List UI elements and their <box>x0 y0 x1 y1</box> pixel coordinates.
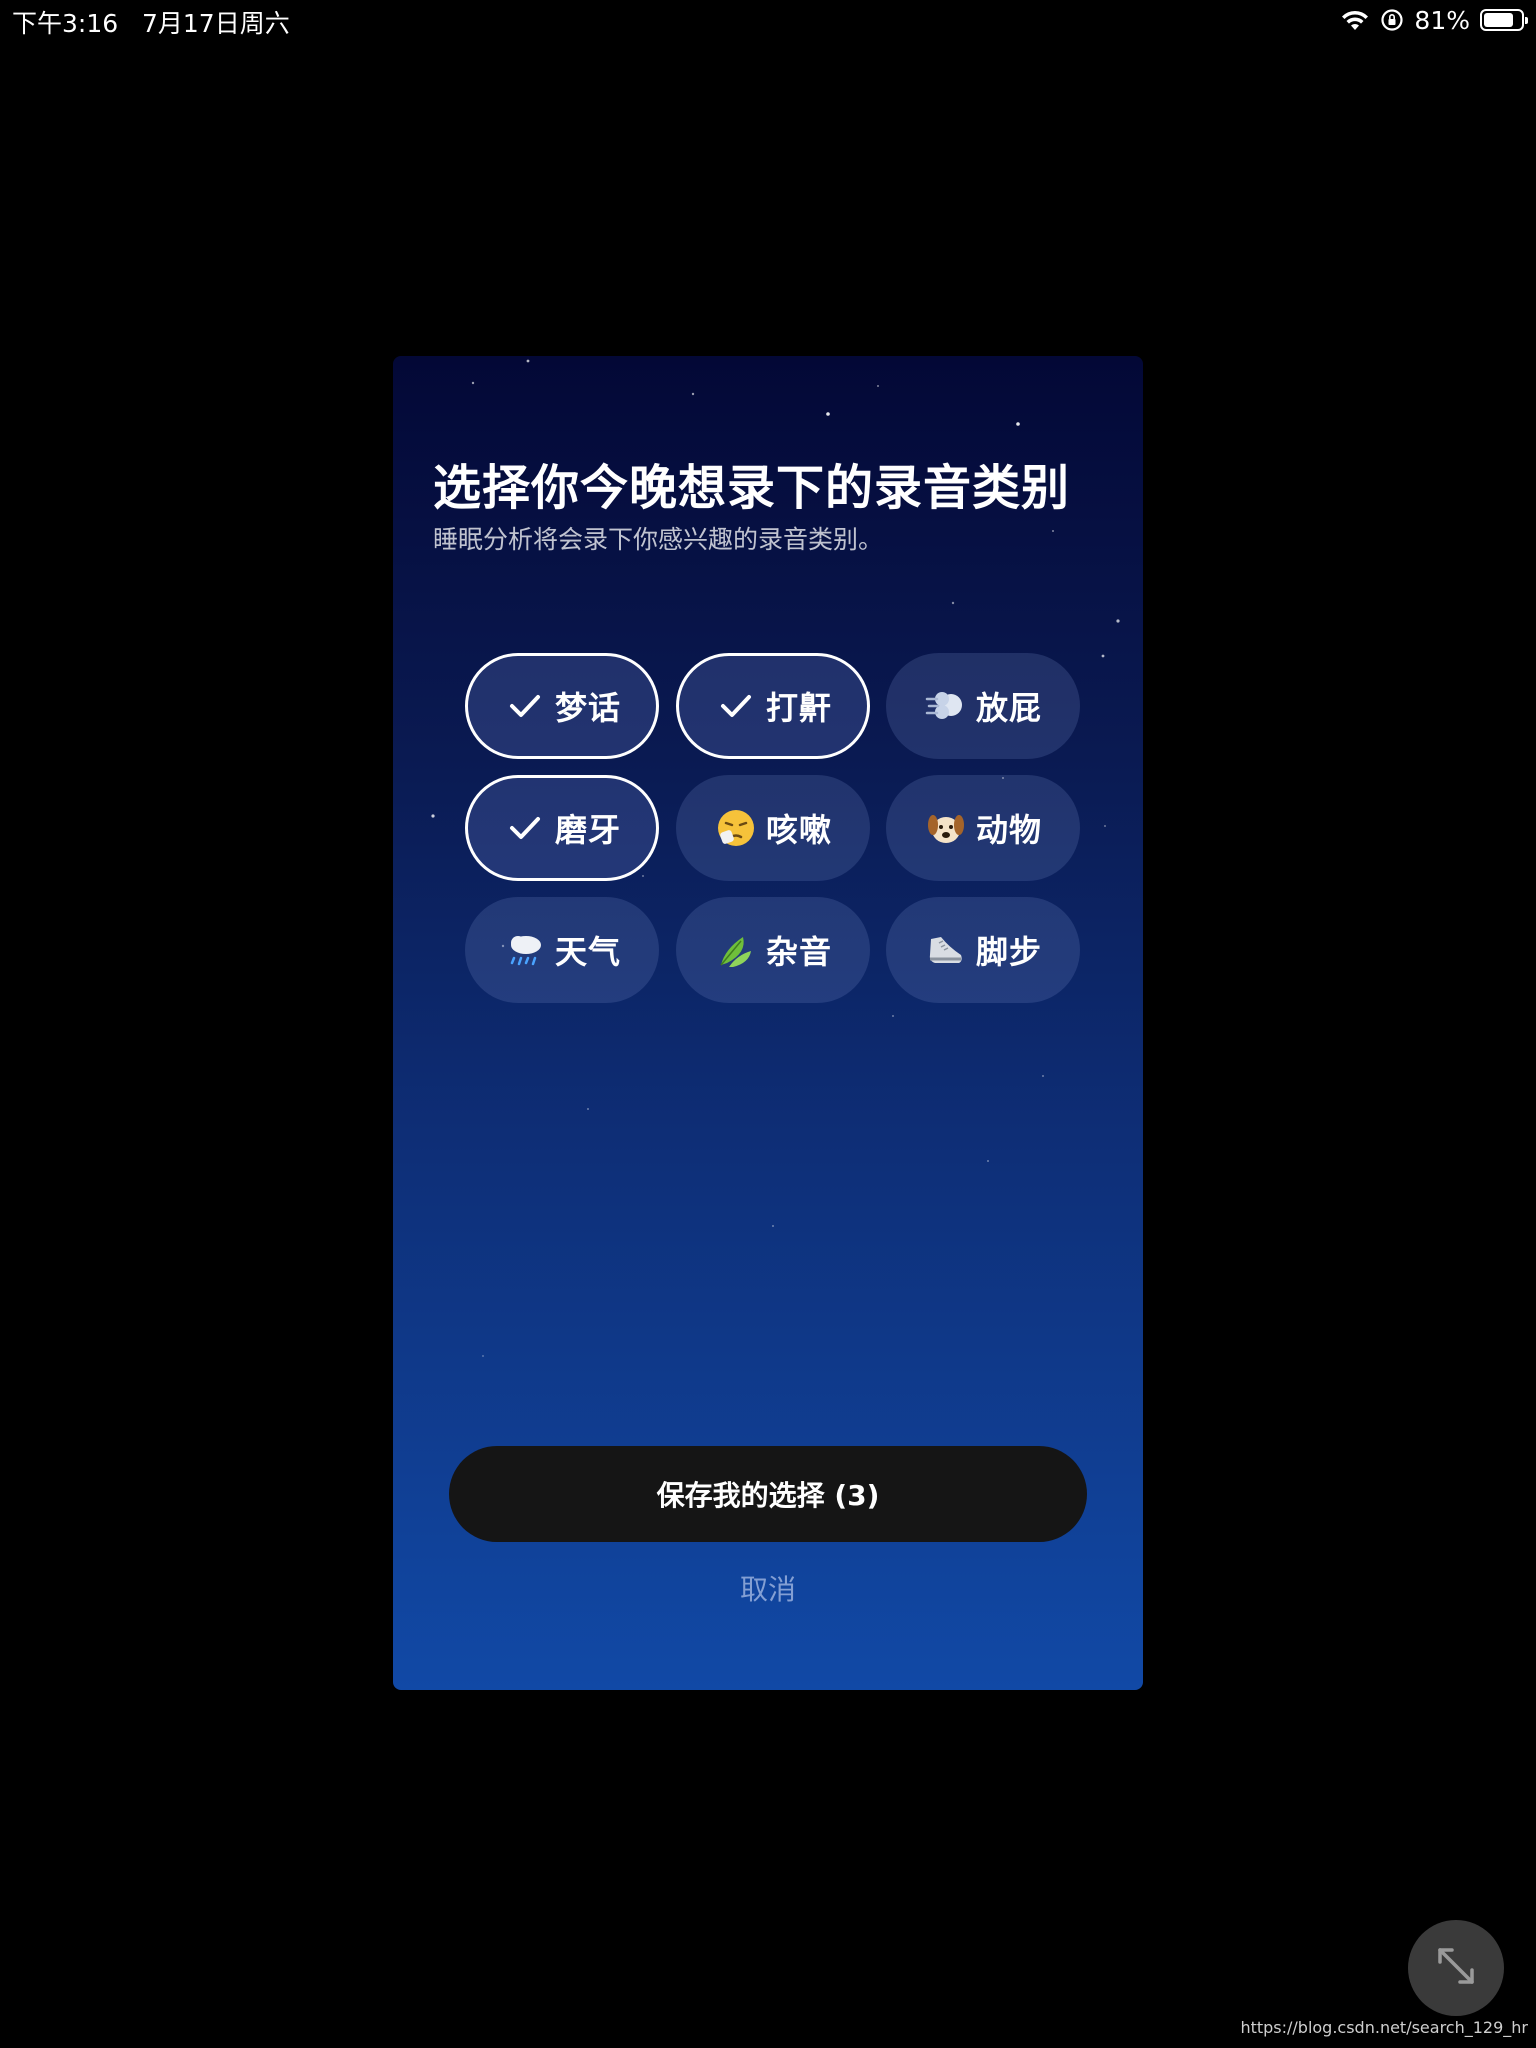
rotation-lock-icon <box>1380 8 1404 32</box>
wifi-icon <box>1340 8 1370 32</box>
save-selection-button[interactable]: 保存我的选择 (3) <box>449 1446 1087 1542</box>
cancel-button[interactable]: 取消 <box>393 1568 1143 1608</box>
check-icon <box>714 684 758 728</box>
check-icon <box>503 684 547 728</box>
sneaker-icon <box>924 928 968 972</box>
chip-label: 天气 <box>554 933 621 971</box>
chip-label: 放屁 <box>975 689 1042 727</box>
chip-label: 打鼾 <box>765 689 832 727</box>
battery-level-fill <box>1484 13 1514 27</box>
battery-percent: 81% <box>1414 5 1470 35</box>
chip-label: 梦话 <box>554 689 621 727</box>
category-chip-animal[interactable]: 动物 <box>886 775 1080 881</box>
chip-label: 动物 <box>975 811 1042 849</box>
battery-nub <box>1525 17 1528 24</box>
status-right-group: 81% <box>1340 4 1528 36</box>
expand-button[interactable] <box>1408 1920 1504 2016</box>
sheet-title: 选择你今晚想录下的录音类别 <box>433 460 1071 516</box>
category-chip-weather[interactable]: 天气 <box>465 897 659 1003</box>
sneezing-face-icon <box>714 806 758 850</box>
category-chip-snoring[interactable]: 打鼾 <box>676 653 870 759</box>
category-chip-sleep-talk[interactable]: 梦话 <box>465 653 659 759</box>
category-chip-teeth-grinding[interactable]: 磨牙 <box>465 775 659 881</box>
category-chip-noise[interactable]: 杂音 <box>676 897 870 1003</box>
dog-face-icon <box>924 806 968 850</box>
recording-category-sheet: 选择你今晚想录下的录音类别 睡眠分析将会录下你感兴趣的录音类别。 梦话 打鼾 放… <box>393 356 1143 1690</box>
rain-cloud-icon <box>503 928 547 972</box>
category-chip-footsteps[interactable]: 脚步 <box>886 897 1080 1003</box>
category-chip-fart[interactable]: 放屁 <box>886 653 1080 759</box>
status-time-date: 下午3:16 7月17日周六 <box>12 9 290 38</box>
chip-label: 磨牙 <box>554 811 621 849</box>
check-icon <box>503 806 547 850</box>
category-chip-cough[interactable]: 咳嗽 <box>676 775 870 881</box>
watermark-url: https://blog.csdn.net/search_129_hr <box>1240 2018 1528 2037</box>
chip-label: 脚步 <box>975 933 1042 971</box>
leaves-icon <box>714 928 758 972</box>
status-bar: 下午3:16 7月17日周六 81% <box>0 0 1536 40</box>
chip-label: 咳嗽 <box>765 811 832 849</box>
chip-label: 杂音 <box>765 933 832 971</box>
wind-puff-icon <box>924 684 968 728</box>
battery-icon <box>1480 9 1528 31</box>
expand-arrows-icon <box>1432 1942 1480 1994</box>
sheet-subtitle: 睡眠分析将会录下你感兴趣的录音类别。 <box>433 525 884 554</box>
